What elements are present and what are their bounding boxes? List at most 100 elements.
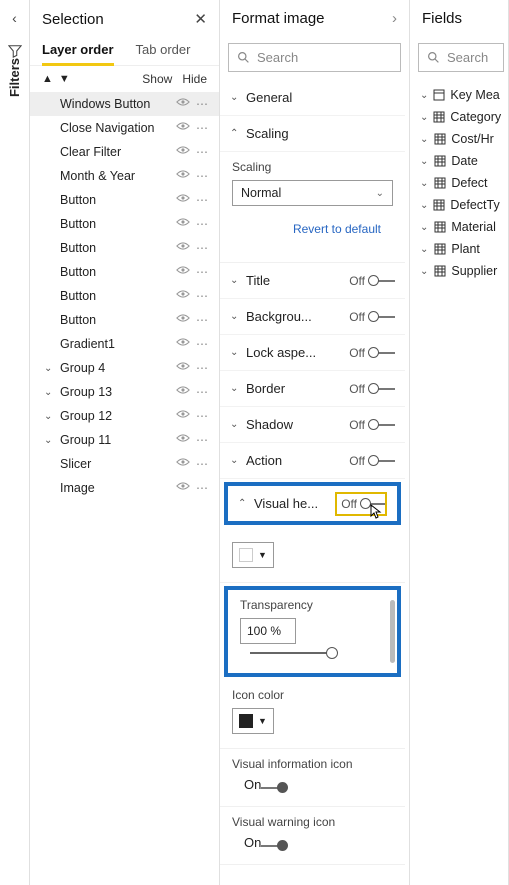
tab-tab-order[interactable]: Tab order xyxy=(136,36,191,65)
more-icon[interactable]: ⋯ xyxy=(196,289,209,303)
more-icon[interactable]: ⋯ xyxy=(196,481,209,495)
layer-row[interactable]: ⌄Group 13 ⋯ xyxy=(30,380,219,404)
more-icon[interactable]: ⋯ xyxy=(196,313,209,327)
toggle-switch[interactable] xyxy=(369,280,395,282)
more-icon[interactable]: ⋯ xyxy=(196,217,209,231)
field-row[interactable]: ⌄Key Mea xyxy=(412,84,506,106)
format-row[interactable]: ⌄Backgrou... Off xyxy=(220,299,405,335)
hide-all-button[interactable]: Hide xyxy=(182,72,207,86)
visibility-icon[interactable] xyxy=(176,361,190,375)
visibility-icon[interactable] xyxy=(176,409,190,423)
visibility-icon[interactable] xyxy=(176,433,190,447)
more-icon[interactable]: ⋯ xyxy=(196,97,209,111)
layer-row[interactable]: Button ⋯ xyxy=(30,188,219,212)
forward-chevron-icon[interactable]: › xyxy=(392,10,397,27)
format-row[interactable]: ⌄Border Off xyxy=(220,371,405,407)
tab-layer-order[interactable]: Layer order xyxy=(42,36,114,65)
format-scaling-header[interactable]: ⌃Scaling xyxy=(220,116,405,152)
visibility-icon[interactable] xyxy=(176,385,190,399)
layer-row[interactable]: Button ⋯ xyxy=(30,284,219,308)
scaling-select[interactable]: Normal ⌄ xyxy=(232,180,393,206)
visibility-icon[interactable] xyxy=(176,217,190,231)
layer-row[interactable]: Gradient1 ⋯ xyxy=(30,332,219,356)
visibility-icon[interactable] xyxy=(176,457,190,471)
scrollbar[interactable] xyxy=(390,600,395,663)
layer-row[interactable]: Clear Filter ⋯ xyxy=(30,140,219,164)
field-row[interactable]: ⌄Date xyxy=(412,150,506,172)
table-icon xyxy=(433,111,445,124)
toggle-switch[interactable] xyxy=(369,316,395,318)
field-name: DefectTy xyxy=(450,198,499,212)
layer-row[interactable]: Button ⋯ xyxy=(30,236,219,260)
field-row[interactable]: ⌄Category xyxy=(412,106,506,128)
show-all-button[interactable]: Show xyxy=(142,72,172,86)
layer-row[interactable]: Button ⋯ xyxy=(30,308,219,332)
revert-default-link[interactable]: Revert to default xyxy=(232,206,393,248)
fields-search-input[interactable]: Search xyxy=(418,43,504,72)
field-row[interactable]: ⌄Plant xyxy=(412,238,506,260)
format-row[interactable]: ⌄Title Off xyxy=(220,263,405,299)
close-icon[interactable]: ✕ xyxy=(194,10,207,28)
format-row[interactable]: ⌄Lock aspe... Off xyxy=(220,335,405,371)
more-icon[interactable]: ⋯ xyxy=(196,241,209,255)
transparency-input[interactable]: 100 % xyxy=(240,618,296,644)
visibility-icon[interactable] xyxy=(176,289,190,303)
toggle-visual-info[interactable] xyxy=(261,787,287,789)
format-row-label: Lock aspe... xyxy=(246,345,316,360)
field-row[interactable]: ⌄Material xyxy=(412,216,506,238)
toggle-switch[interactable] xyxy=(369,352,395,354)
field-row[interactable]: ⌄Cost/Hr xyxy=(412,128,506,150)
format-row[interactable]: ⌄Shadow Off xyxy=(220,407,405,443)
more-icon[interactable]: ⋯ xyxy=(196,169,209,183)
layer-row[interactable]: Close Navigation ⋯ xyxy=(30,116,219,140)
visibility-icon[interactable] xyxy=(176,97,190,111)
field-row[interactable]: ⌄DefectTy xyxy=(412,194,506,216)
transparency-slider[interactable] xyxy=(250,652,335,654)
visibility-icon[interactable] xyxy=(176,265,190,279)
more-icon[interactable]: ⋯ xyxy=(196,409,209,423)
layer-row[interactable]: Button ⋯ xyxy=(30,212,219,236)
layer-row[interactable]: Button ⋯ xyxy=(30,260,219,284)
visibility-icon[interactable] xyxy=(176,481,190,495)
more-icon[interactable]: ⋯ xyxy=(196,121,209,135)
visibility-icon[interactable] xyxy=(176,169,190,183)
more-icon[interactable]: ⋯ xyxy=(196,145,209,159)
format-row[interactable]: ⌄Action Off xyxy=(220,443,405,479)
more-icon[interactable]: ⋯ xyxy=(196,193,209,207)
more-icon[interactable]: ⋯ xyxy=(196,361,209,375)
visibility-icon[interactable] xyxy=(176,145,190,159)
layer-row[interactable]: Slicer ⋯ xyxy=(30,452,219,476)
back-chevron-icon[interactable]: ‹ xyxy=(12,10,17,26)
filters-label[interactable]: Filters xyxy=(7,58,22,97)
more-icon[interactable]: ⋯ xyxy=(196,337,209,351)
layer-row[interactable]: Image ⋯ xyxy=(30,476,219,500)
table-icon xyxy=(433,89,445,102)
more-icon[interactable]: ⋯ xyxy=(196,457,209,471)
layer-row[interactable]: ⌄Group 4 ⋯ xyxy=(30,356,219,380)
format-general[interactable]: ⌄General xyxy=(220,80,405,116)
layer-row[interactable]: ⌄Group 12 ⋯ xyxy=(30,404,219,428)
field-row[interactable]: ⌄Defect xyxy=(412,172,506,194)
toggle-switch[interactable] xyxy=(369,424,395,426)
visibility-icon[interactable] xyxy=(176,313,190,327)
more-icon[interactable]: ⋯ xyxy=(196,433,209,447)
toggle-visual-warn[interactable] xyxy=(261,845,287,847)
toggle-switch[interactable] xyxy=(369,460,395,462)
move-up-icon[interactable]: ▲ xyxy=(42,73,53,85)
move-down-icon[interactable]: ▼ xyxy=(59,73,70,85)
field-row[interactable]: ⌄Supplier xyxy=(412,260,506,282)
layer-row[interactable]: ⌄Group 11 ⋯ xyxy=(30,428,219,452)
visibility-icon[interactable] xyxy=(176,193,190,207)
layer-row[interactable]: Month & Year ⋯ xyxy=(30,164,219,188)
background-color-picker[interactable]: ▼ xyxy=(232,542,274,568)
search-icon xyxy=(427,51,440,64)
more-icon[interactable]: ⋯ xyxy=(196,385,209,399)
visibility-icon[interactable] xyxy=(176,121,190,135)
format-search-input[interactable]: Search xyxy=(228,43,401,72)
toggle-switch[interactable] xyxy=(369,388,395,390)
layer-row[interactable]: Windows Button ⋯ xyxy=(30,92,219,116)
more-icon[interactable]: ⋯ xyxy=(196,265,209,279)
visibility-icon[interactable] xyxy=(176,337,190,351)
icon-color-picker[interactable]: ▼ xyxy=(232,708,274,734)
visibility-icon[interactable] xyxy=(176,241,190,255)
